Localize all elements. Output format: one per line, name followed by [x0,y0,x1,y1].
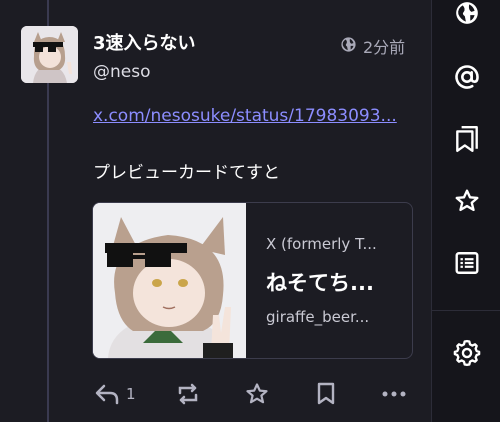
bookmarks-button[interactable] [452,125,482,157]
mentions-button[interactable] [452,64,482,94]
display-name[interactable]: 3速入らない [93,29,196,55]
lists-button[interactable] [452,250,482,280]
favourite-button[interactable] [245,380,269,408]
status-post: 3速入らない @neso 2分前 x.com/nesosuke/status/1… [0,0,430,422]
card-provider: X (formerly T... [266,235,377,253]
reply-button[interactable]: 1 [94,380,136,408]
card-thumbnail [93,203,246,358]
boost-button[interactable] [176,380,200,408]
post-timestamp[interactable]: 2分前 [363,34,405,58]
status-link[interactable]: x.com/nesosuke/status/17983093... [93,106,397,126]
more-icon [382,390,406,398]
post-text: プレビューカードてすと [93,163,280,183]
card-title: ねそてち... [266,271,374,295]
bookmark-icon [316,382,336,406]
post-meta: 2分前 [340,34,405,58]
at-icon [453,63,481,95]
bookmark-button[interactable] [316,380,336,408]
avatar[interactable] [21,26,78,83]
account-handle[interactable]: @neso [93,62,151,82]
card-description: giraffe_beer... [266,308,370,326]
sidebar-divider [432,310,500,311]
action-bar: 1 [92,380,422,410]
favourite-icon [245,382,269,406]
star-icon [454,188,480,218]
settings-icon [453,339,481,371]
boost-icon [176,383,200,405]
favourites-button[interactable] [452,188,482,218]
reply-count: 1 [126,385,136,403]
bookmarks-icon [454,125,480,157]
federated-timeline-button[interactable] [452,0,482,30]
navigation-sidebar [431,0,500,422]
list-icon [454,250,480,280]
reply-icon [94,383,120,405]
preview-card[interactable]: X (formerly T... ねそてち... giraffe_beer... [92,202,413,359]
more-button[interactable] [382,380,406,408]
settings-button[interactable] [452,339,482,371]
globe-icon [340,36,357,57]
globe-icon [454,0,480,30]
